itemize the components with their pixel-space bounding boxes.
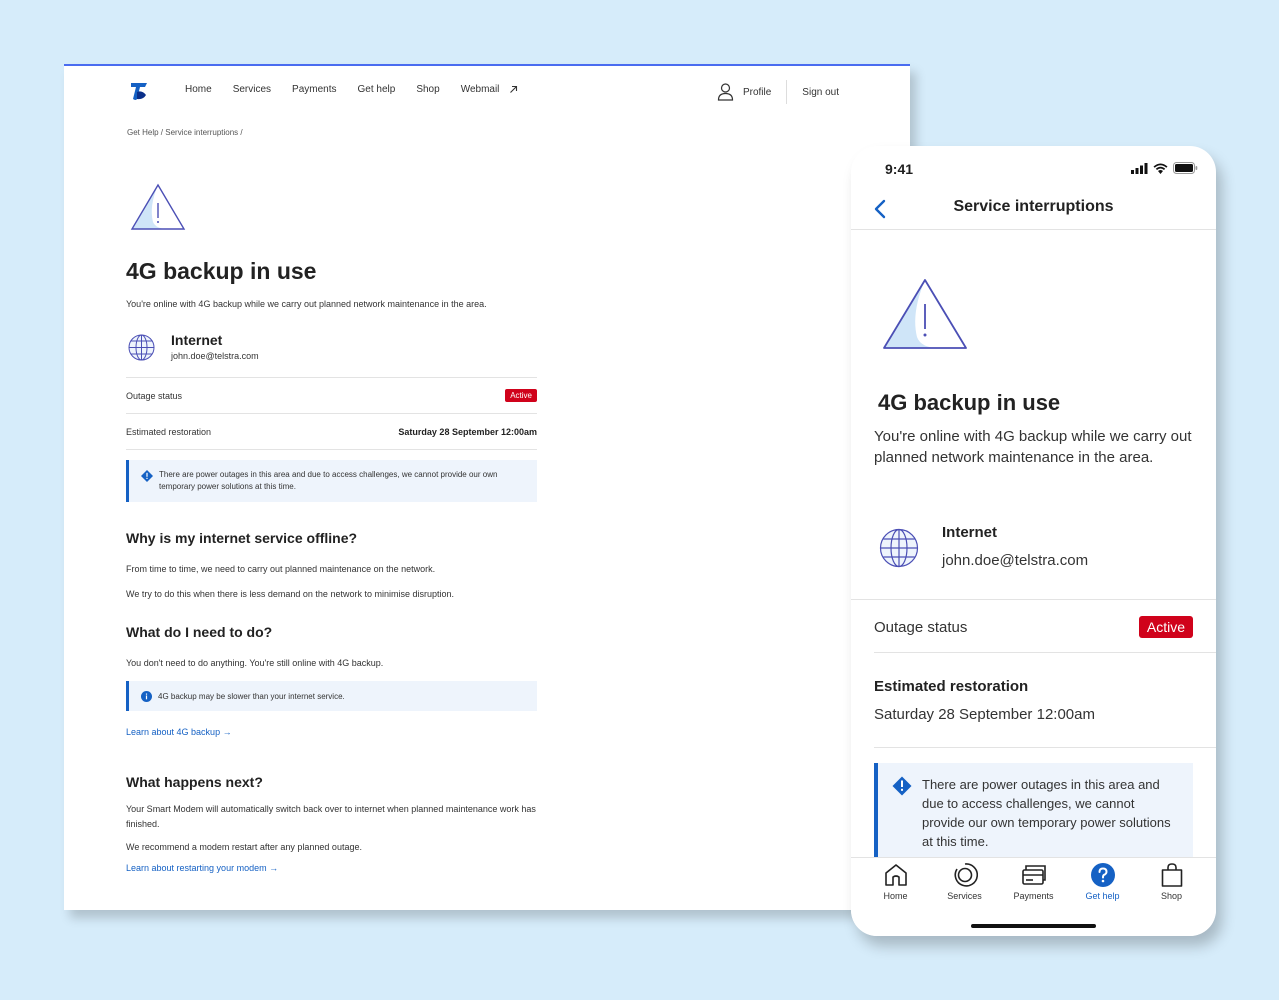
- sign-out-link[interactable]: Sign out: [787, 87, 839, 98]
- learn-restart-modem-link[interactable]: Learn about restarting your modem →: [126, 863, 278, 873]
- signal-icon: [1131, 162, 1148, 174]
- tab-services-label: Services: [947, 891, 982, 901]
- warning-icon: [883, 279, 967, 349]
- home-icon: [884, 864, 907, 886]
- nav-shop[interactable]: Shop: [416, 84, 439, 95]
- todo-paragraph: You don't need to do anything. You're st…: [126, 658, 384, 668]
- tab-payments-label: Payments: [1013, 891, 1054, 901]
- mobile-header-title: Service interruptions: [953, 198, 1114, 215]
- tab-shop-label: Shop: [1160, 891, 1183, 901]
- outage-status-row: Outage status Active: [126, 377, 537, 413]
- status-bar: 9:41: [851, 146, 1216, 190]
- slower-notice-text: 4G backup may be slower than your intern…: [158, 691, 345, 701]
- nav-payments[interactable]: Payments: [292, 84, 336, 95]
- desktop-main-content: 4G backup in use You're online with 4G b…: [126, 182, 537, 876]
- mobile-phone-screen: 9:41 Service interruptions 4G backup in …: [851, 146, 1216, 936]
- mobile-service-name: Internet: [942, 524, 998, 541]
- tab-home[interactable]: Home: [866, 862, 926, 901]
- tab-get-help-label: Get help: [1085, 891, 1120, 901]
- notice-text: There are power outages in this area and…: [159, 470, 498, 491]
- nav-services[interactable]: Services: [233, 84, 271, 95]
- mobile-power-outage-notice: There are power outages in this area and…: [874, 763, 1193, 863]
- globe-icon: [128, 334, 155, 361]
- payments-card-icon: [1021, 865, 1046, 885]
- shopping-bag-icon: [1161, 863, 1182, 887]
- help-question-icon: [1090, 863, 1115, 887]
- divider: [874, 747, 1216, 748]
- bottom-tab-bar: Home Services Payments Get help Shop: [851, 857, 1216, 936]
- nav-home[interactable]: Home: [185, 84, 212, 95]
- wifi-icon: [1153, 163, 1168, 174]
- page-title: 4G backup in use: [126, 258, 317, 284]
- service-email: john.doe@telstra.com: [171, 351, 259, 361]
- mobile-outage-status-row: Outage status Active: [874, 616, 1193, 638]
- diamond-alert-icon: [141, 470, 153, 482]
- todo-heading: What do I need to do?: [126, 624, 273, 640]
- why-paragraph-1: From time to time, we need to carry out …: [126, 564, 436, 574]
- nav-webmail[interactable]: Webmail: [461, 84, 519, 95]
- breadcrumb[interactable]: Get Help / Service interruptions /: [127, 128, 243, 137]
- slower-notice: 4G backup may be slower than your intern…: [126, 681, 537, 711]
- external-link-icon: [510, 85, 518, 93]
- mobile-outage-status-label: Outage status: [874, 618, 968, 636]
- tab-payments[interactable]: Payments: [1004, 862, 1064, 901]
- why-paragraph-2: We try to do this when there is less dem…: [126, 589, 454, 599]
- restoration-row: Estimated restoration Saturday 28 Septem…: [126, 413, 537, 449]
- why-heading: Why is my internet service offline?: [126, 530, 358, 546]
- top-navigation: Home Services Payments Get help Shop Web…: [64, 66, 910, 116]
- mobile-header: Service interruptions: [851, 190, 1216, 230]
- profile-link[interactable]: Profile: [717, 80, 788, 104]
- next-paragraph-1: Your Smart Modem will automatically swit…: [126, 804, 536, 829]
- service-summary: Internet john.doe@telstra.com: [126, 332, 537, 363]
- divider: [851, 599, 1216, 600]
- mobile-restoration-value: Saturday 28 September 12:00am: [874, 706, 1095, 723]
- outage-details: Outage status Active Estimated restorati…: [126, 377, 537, 450]
- next-heading: What happens next?: [126, 774, 263, 790]
- divider: [874, 652, 1216, 653]
- home-indicator: [971, 924, 1096, 928]
- mobile-service-email: john.doe@telstra.com: [942, 552, 1089, 569]
- tab-get-help[interactable]: Get help: [1073, 862, 1133, 901]
- outage-status-label: Outage status: [126, 390, 183, 401]
- diamond-alert-icon: [892, 776, 912, 796]
- power-outage-notice: There are power outages in this area and…: [126, 460, 537, 502]
- mobile-status-badge: Active: [1138, 616, 1193, 638]
- learn-4g-backup-link[interactable]: Learn about 4G backup →: [126, 727, 232, 737]
- globe-icon: [879, 528, 919, 568]
- tab-services[interactable]: Services: [935, 862, 995, 901]
- mobile-restoration-label: Estimated restoration: [874, 678, 1029, 695]
- nav-get-help[interactable]: Get help: [358, 84, 396, 95]
- nav-webmail-label: Webmail: [460, 84, 500, 95]
- page-subtitle: You're online with 4G backup while we ca…: [126, 299, 487, 309]
- mobile-page-title: 4G backup in use: [878, 390, 1061, 415]
- services-ring-icon: [954, 863, 978, 887]
- battery-icon: [1173, 162, 1198, 174]
- tab-home-label: Home: [883, 891, 908, 901]
- service-name: Internet: [171, 332, 223, 348]
- user-icon: [717, 83, 734, 101]
- status-badge: Active: [505, 389, 537, 402]
- info-icon: [141, 690, 152, 702]
- mobile-service-summary: Internet john.doe@telstra.com: [878, 524, 1089, 569]
- desktop-browser-window: Home Services Payments Get help Shop Web…: [64, 64, 910, 910]
- clock: 9:41: [885, 161, 914, 177]
- tab-shop[interactable]: Shop: [1142, 862, 1202, 901]
- telstra-logo[interactable]: [128, 80, 150, 102]
- restoration-label: Estimated restoration: [126, 426, 212, 437]
- next-paragraph-2: We recommend a modem restart after any p…: [126, 842, 362, 852]
- mobile-page-subtitle: You're online with 4G backup while we ca…: [874, 428, 1192, 466]
- mobile-notice-text: There are power outages in this area and…: [922, 777, 1171, 849]
- warning-icon: [130, 183, 186, 230]
- restoration-value: Saturday 28 September 12:00am: [398, 426, 537, 437]
- profile-label: Profile: [742, 86, 772, 98]
